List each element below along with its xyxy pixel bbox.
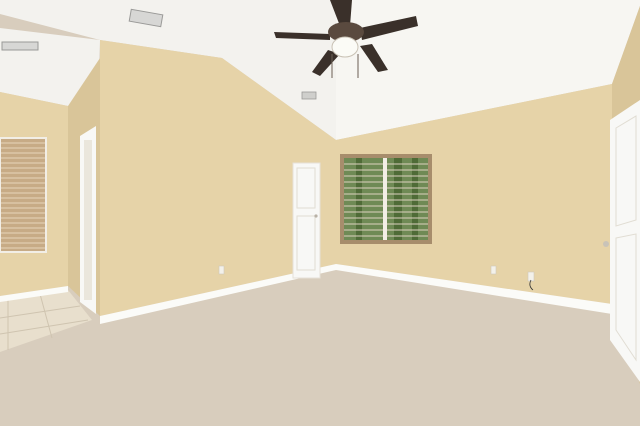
center-door-knob (314, 214, 318, 218)
hall-window-blinds (0, 138, 46, 252)
ceiling-vent-2 (301, 91, 317, 100)
hall-doorway-dark (84, 140, 92, 300)
window-mullion (383, 158, 387, 240)
room-scene (0, 0, 640, 426)
hall-vent (1, 41, 39, 51)
wall-outlet-3 (527, 271, 535, 282)
ceiling-light (331, 36, 359, 58)
right-door-knob (603, 241, 609, 247)
wall-outlet-1 (218, 265, 225, 275)
wall-outlet-2 (490, 265, 497, 275)
